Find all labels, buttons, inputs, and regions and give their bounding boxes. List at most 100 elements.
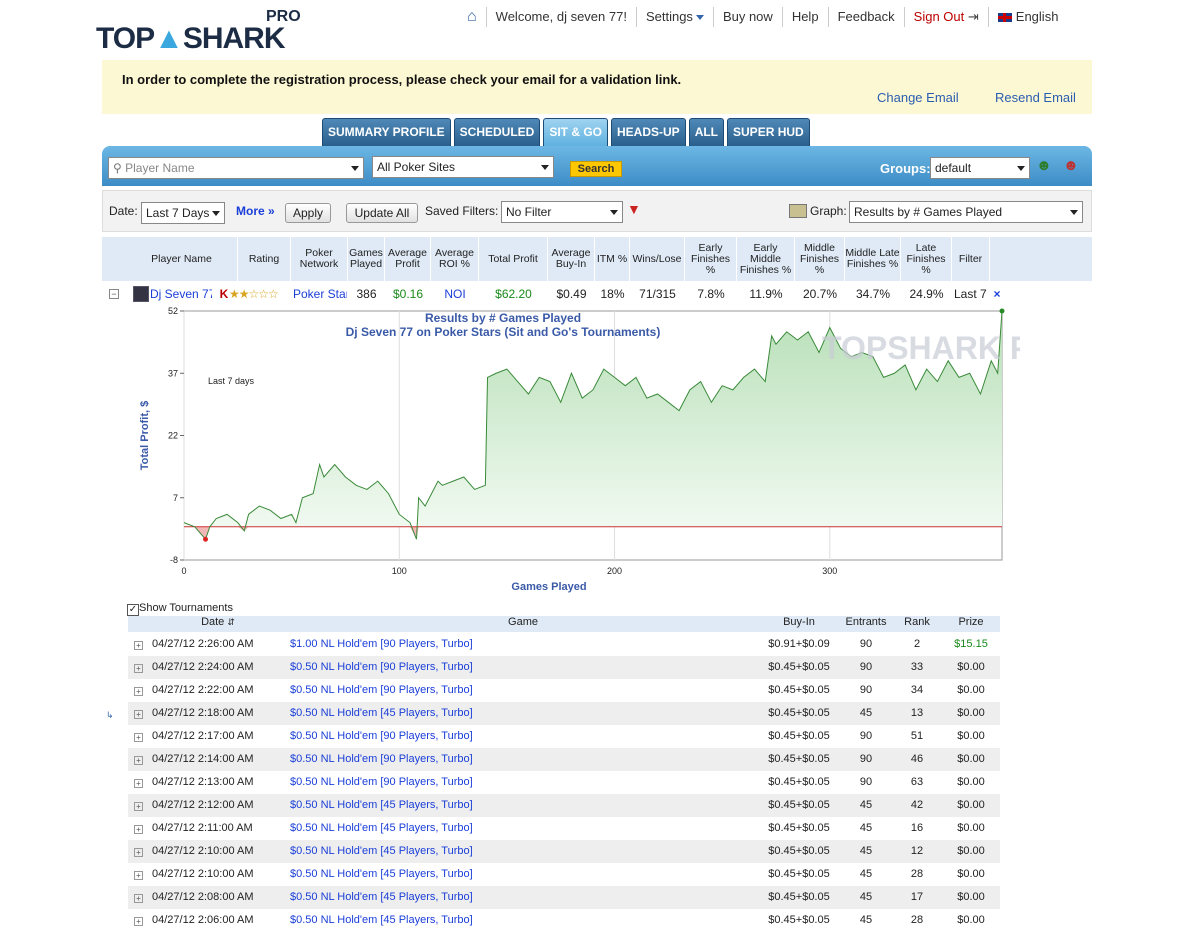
tournament-game-link[interactable]: $0.50 NL Hold'em [45 Players, Turbo] xyxy=(290,909,756,932)
col-late-finishes[interactable]: Late Finishes % xyxy=(901,237,952,281)
tournament-game-link[interactable]: $0.50 NL Hold'em [45 Players, Turbo] xyxy=(290,863,756,886)
close-icon[interactable]: × xyxy=(992,286,1002,302)
col-player-name[interactable]: Player Name xyxy=(126,237,238,281)
feedback-link[interactable]: Feedback xyxy=(827,7,904,27)
expand-icon[interactable]: + xyxy=(134,710,143,719)
col-date[interactable]: Date ⇵ xyxy=(152,616,284,628)
settings-menu[interactable]: Settings xyxy=(635,7,713,27)
tournament-row[interactable]: +04/27/12 2:17:00 AM $0.50 NL Hold'em [90… xyxy=(128,725,1000,748)
col-game[interactable]: Game xyxy=(288,616,758,628)
home-icon[interactable]: ⌂ xyxy=(458,7,486,27)
tournament-row[interactable]: +04/27/12 2:18:00 AM $0.50 NL Hold'em [45… xyxy=(128,702,1000,725)
col-wins-lose[interactable]: Wins/Lose xyxy=(630,237,685,281)
tournament-row[interactable]: +04/27/12 2:08:00 AM $0.50 NL Hold'em [45… xyxy=(128,886,1000,909)
expand-icon[interactable]: + xyxy=(134,917,143,926)
tab-sit-and-go[interactable]: SIT & GO xyxy=(543,118,609,146)
date-select[interactable]: Last 7 Days xyxy=(141,202,225,224)
tournament-game-text[interactable]: $0.50 NL Hold'em [90 Players, Turbo] xyxy=(290,730,473,742)
tournament-game-link[interactable]: $0.50 NL Hold'em [90 Players, Turbo] xyxy=(290,771,756,794)
tournament-row[interactable]: +04/27/12 2:10:00 AM $0.50 NL Hold'em [45… xyxy=(128,840,1000,863)
col-average-buyin[interactable]: Average Buy-In xyxy=(548,237,595,281)
col-early-middle-finishes[interactable]: Early Middle Finishes % xyxy=(737,237,795,281)
col-middle-late-finishes[interactable]: Middle Late Finishes % xyxy=(845,237,901,281)
col-average-profit[interactable]: Average Profit xyxy=(385,237,431,281)
expand-icon[interactable]: + xyxy=(134,733,143,742)
clear-filter-icon[interactable]: ▼ xyxy=(627,201,641,217)
expand-icon[interactable]: + xyxy=(134,779,143,788)
tab-super-hud[interactable]: SUPER HUD xyxy=(727,118,810,146)
col-itm[interactable]: ITM % xyxy=(595,237,630,281)
col-rating[interactable]: Rating xyxy=(238,237,291,281)
tournament-game-text[interactable]: $0.50 NL Hold'em [90 Players, Turbo] xyxy=(290,776,473,788)
col-games-played[interactable]: Games Played xyxy=(348,237,385,281)
show-tournaments-toggle[interactable]: ✓ Show Tournaments xyxy=(127,602,233,616)
expand-icon[interactable]: + xyxy=(134,756,143,765)
col-average-roi[interactable]: Average ROI % xyxy=(431,237,479,281)
tournament-game-text[interactable]: $0.50 NL Hold'em [45 Players, Turbo] xyxy=(290,707,473,719)
tournament-row[interactable]: +04/27/12 2:14:00 AM $0.50 NL Hold'em [90… xyxy=(128,748,1000,771)
tournament-game-link[interactable]: $0.50 NL Hold'em [45 Players, Turbo] xyxy=(290,794,756,817)
show-tournaments-checkbox[interactable]: ✓ xyxy=(127,604,139,616)
col-early-finishes[interactable]: Early Finishes % xyxy=(685,237,737,281)
col-rank[interactable]: Rank xyxy=(892,616,942,628)
tab-scheduled[interactable]: SCHEDULED xyxy=(453,118,541,146)
expand-icon[interactable]: + xyxy=(134,848,143,857)
tournament-game-link[interactable]: $0.50 NL Hold'em [45 Players, Turbo] xyxy=(290,840,756,863)
tournament-game-text[interactable]: $0.50 NL Hold'em [45 Players, Turbo] xyxy=(290,822,473,834)
tournament-game-link[interactable]: $0.50 NL Hold'em [45 Players, Turbo] xyxy=(290,886,756,909)
tournament-game-text[interactable]: $0.50 NL Hold'em [45 Players, Turbo] xyxy=(290,868,473,880)
add-group-icon[interactable]: ☻ xyxy=(1036,157,1056,177)
tournament-row[interactable]: +04/27/12 2:06:00 AM $0.50 NL Hold'em [45… xyxy=(128,909,1000,932)
expand-icon[interactable]: + xyxy=(134,871,143,880)
remove-group-icon[interactable]: ☻ xyxy=(1063,157,1083,177)
tournament-row[interactable]: +04/27/12 2:11:00 AM $0.50 NL Hold'em [45… xyxy=(128,817,1000,840)
expand-icon[interactable]: + xyxy=(134,894,143,903)
tournament-row[interactable]: +04/27/12 2:26:00 AM $1.00 NL Hold'em [90… xyxy=(128,633,1000,656)
update-all-button[interactable]: Update All xyxy=(346,203,418,223)
saved-filters-select[interactable]: No Filter xyxy=(501,201,623,223)
change-email-link[interactable]: Change Email xyxy=(877,90,959,105)
tab-heads-up[interactable]: HEADS-UP xyxy=(611,118,686,146)
tournament-game-link[interactable]: $0.50 NL Hold'em [90 Players, Turbo] xyxy=(290,656,756,679)
expand-icon[interactable]: + xyxy=(134,664,143,673)
tournament-game-text[interactable]: $1.00 NL Hold'em [90 Players, Turbo] xyxy=(290,638,473,650)
tournament-game-link[interactable]: $0.50 NL Hold'em [45 Players, Turbo] xyxy=(290,817,756,840)
topshark-logo[interactable]: TOP▲SHARK PRO xyxy=(96,4,316,56)
groups-select[interactable]: default xyxy=(930,157,1030,179)
tournament-game-text[interactable]: $0.50 NL Hold'em [45 Players, Turbo] xyxy=(290,845,473,857)
tournament-game-text[interactable]: $0.50 NL Hold'em [90 Players, Turbo] xyxy=(290,684,473,696)
tournament-row[interactable]: +04/27/12 2:13:00 AM $0.50 NL Hold'em [90… xyxy=(128,771,1000,794)
tournament-game-link[interactable]: $0.50 NL Hold'em [90 Players, Turbo] xyxy=(290,725,756,748)
language-selector[interactable]: English xyxy=(987,7,1068,27)
tournament-game-link[interactable]: $0.50 NL Hold'em [90 Players, Turbo] xyxy=(290,748,756,771)
tournament-game-link[interactable]: $0.50 NL Hold'em [90 Players, Turbo] xyxy=(290,679,756,702)
col-middle-finishes[interactable]: Middle Finishes % xyxy=(795,237,845,281)
tournament-row[interactable]: +04/27/12 2:24:00 AM $0.50 NL Hold'em [90… xyxy=(128,656,1000,679)
tournament-game-text[interactable]: $0.50 NL Hold'em [45 Players, Turbo] xyxy=(290,891,473,903)
expand-icon[interactable]: + xyxy=(134,641,143,650)
apply-button[interactable]: Apply xyxy=(285,203,331,223)
tournament-game-text[interactable]: $0.50 NL Hold'em [45 Players, Turbo] xyxy=(290,799,473,811)
player-name-input[interactable]: ⚲ Player Name xyxy=(108,157,364,179)
search-button[interactable]: Search xyxy=(570,161,622,177)
tournament-game-text[interactable]: $0.50 NL Hold'em [45 Players, Turbo] xyxy=(290,914,473,926)
col-poker-network[interactable]: Poker Network xyxy=(291,237,348,281)
collapse-icon[interactable]: − xyxy=(109,289,119,299)
tournament-game-text[interactable]: $0.50 NL Hold'em [90 Players, Turbo] xyxy=(290,661,473,673)
col-buyin[interactable]: Buy-In xyxy=(758,616,840,628)
expand-icon[interactable]: + xyxy=(134,802,143,811)
player-name-link[interactable]: Dj Seven 77 xyxy=(150,286,212,302)
expand-icon[interactable]: + xyxy=(134,687,143,696)
col-entrants[interactable]: Entrants xyxy=(840,616,892,628)
graph-select[interactable]: Results by # Games Played xyxy=(849,201,1083,223)
tournament-game-link[interactable]: $0.50 NL Hold'em [45 Players, Turbo] xyxy=(290,702,756,725)
tournament-game-link[interactable]: $1.00 NL Hold'em [90 Players, Turbo] xyxy=(290,633,756,656)
tournament-row[interactable]: +04/27/12 2:22:00 AM $0.50 NL Hold'em [90… xyxy=(128,679,1000,702)
poker-site-select[interactable]: All Poker Sites xyxy=(372,156,554,178)
tournament-row[interactable]: +04/27/12 2:12:00 AM $0.50 NL Hold'em [45… xyxy=(128,794,1000,817)
poker-network-link[interactable]: Poker Stars xyxy=(293,286,347,302)
tournament-game-text[interactable]: $0.50 NL Hold'em [90 Players, Turbo] xyxy=(290,753,473,765)
col-total-profit[interactable]: Total Profit xyxy=(479,237,548,281)
resend-email-link[interactable]: Resend Email xyxy=(995,90,1076,105)
tab-summary-profile[interactable]: SUMMARY PROFILE xyxy=(322,118,451,146)
